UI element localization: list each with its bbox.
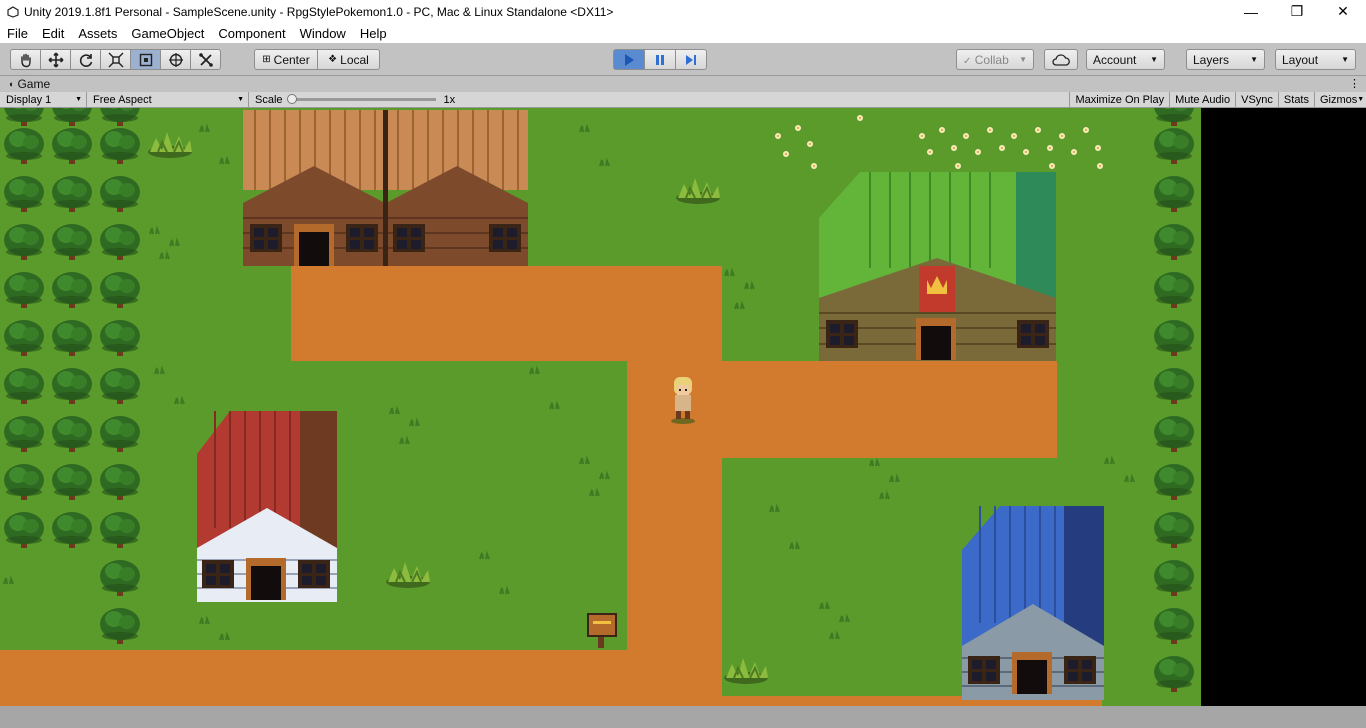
scale-slider-handle[interactable]	[286, 94, 297, 104]
step-button[interactable]	[675, 49, 707, 70]
scale-tool-icon[interactable]	[100, 49, 131, 70]
collab-label: ✓ Collab	[963, 53, 1009, 67]
cloud-area	[1044, 49, 1078, 70]
pivot-icon: ⊞	[262, 54, 271, 65]
chevron-down-icon: ▼	[237, 96, 244, 103]
pivot-toggles: ⊞ Center ❖ Local	[254, 49, 380, 70]
menu-edit[interactable]: Edit	[35, 26, 71, 41]
scale-control: Scale 1x	[249, 92, 455, 107]
layout-label: Layout	[1282, 52, 1319, 67]
wooden-house-right	[383, 110, 528, 266]
local-icon: ❖	[328, 54, 338, 65]
layout-dropdown[interactable]: Layout ▼	[1275, 49, 1356, 70]
blue-roof-house	[962, 506, 1104, 700]
tab-game[interactable]: ◖ Game	[0, 77, 50, 91]
layers-label: Layers	[1193, 52, 1230, 67]
playback-controls	[613, 49, 707, 70]
display-label: Display 1	[6, 93, 52, 106]
chevron-down-icon: ▼	[1341, 55, 1349, 64]
play-button[interactable]	[613, 49, 645, 70]
pivot-label: Center	[273, 52, 310, 67]
hand-tool-icon[interactable]	[10, 49, 41, 70]
title-bar: Unity 2019.1.8f1 Personal - SampleScene.…	[0, 0, 1366, 23]
maximize-button[interactable]: ❐	[1274, 0, 1320, 23]
maximize-on-play-toggle[interactable]: Maximize On Play	[1069, 92, 1170, 107]
close-button[interactable]: ✕	[1320, 0, 1366, 23]
mute-audio-toggle[interactable]: Mute Audio	[1169, 92, 1236, 107]
account-area: Account ▼	[1086, 49, 1165, 70]
menu-assets[interactable]: Assets	[71, 26, 124, 41]
pivot-local-button[interactable]: ❖ Local	[317, 49, 380, 70]
play-icon	[625, 53, 634, 66]
pause-icon	[656, 54, 664, 65]
collab-dropdown[interactable]: ✓ Collab ▼	[956, 49, 1034, 70]
menu-gameobject[interactable]: GameObject	[124, 26, 211, 41]
menu-file[interactable]: File	[0, 26, 35, 41]
minimize-button[interactable]: —	[1228, 0, 1274, 23]
game-viewport[interactable]	[0, 108, 1366, 708]
window-title: Unity 2019.1.8f1 Personal - SampleScene.…	[24, 4, 614, 19]
game-controller-icon: ◖	[8, 79, 14, 89]
gizmos-dropdown[interactable]: Gizmos ▼	[1314, 92, 1366, 107]
tab-game-label: Game	[17, 77, 51, 91]
move-tool-icon[interactable]	[40, 49, 71, 70]
menu-bar: File Edit Assets GameObject Component Wi…	[0, 23, 1366, 43]
account-dropdown[interactable]: Account ▼	[1086, 49, 1165, 70]
game-scene	[0, 108, 1201, 708]
pivot-center-button[interactable]: ⊞ Center	[254, 49, 318, 70]
main-toolbar: ⊞ Center ❖ Local ✓ Collab ▼ Account ▼ La…	[0, 43, 1366, 76]
account-label: Account	[1093, 52, 1137, 67]
transform-tools	[10, 49, 221, 70]
chevron-down-icon: ▼	[1019, 55, 1027, 64]
vsync-toggle[interactable]: VSync	[1235, 92, 1278, 107]
layers-area: Layers ▼	[1186, 49, 1265, 70]
chevron-down-icon: ▼	[75, 96, 82, 103]
menu-window[interactable]: Window	[293, 26, 353, 41]
status-strip	[0, 706, 1366, 728]
display-dropdown[interactable]: Display 1 ▼	[0, 92, 87, 107]
collab-text: Collab	[974, 52, 1009, 67]
rotate-tool-icon[interactable]	[70, 49, 101, 70]
green-roof-hall	[819, 172, 1056, 361]
menu-component[interactable]: Component	[211, 26, 292, 41]
aspect-dropdown[interactable]: Free Aspect ▼	[87, 92, 249, 107]
chevron-down-icon: ▼	[1250, 55, 1258, 64]
pause-button[interactable]	[644, 49, 676, 70]
cloud-button[interactable]	[1044, 49, 1078, 70]
cloud-icon	[1052, 53, 1070, 66]
game-tab-bar: ◖ Game ⋮	[0, 76, 1366, 92]
scale-slider[interactable]	[286, 94, 436, 104]
transform-tool-icon[interactable]	[160, 49, 191, 70]
tab-menu-icon[interactable]: ⋮	[1349, 77, 1360, 90]
layers-dropdown[interactable]: Layers ▼	[1186, 49, 1265, 70]
step-icon	[686, 54, 696, 65]
unity-logo-icon	[6, 5, 20, 19]
chevron-down-icon: ▼	[1150, 55, 1158, 64]
aspect-label: Free Aspect	[93, 93, 152, 106]
scale-value: 1x	[443, 93, 456, 106]
collab-area: ✓ Collab ▼	[956, 49, 1034, 70]
custom-tool-icon[interactable]	[190, 49, 221, 70]
scale-label: Scale	[255, 93, 283, 106]
chevron-down-icon: ▼	[1357, 96, 1365, 103]
check-icon: ✓	[963, 55, 972, 67]
wooden-house-left	[243, 110, 385, 266]
layout-area: Layout ▼	[1275, 49, 1356, 70]
rect-tool-icon[interactable]	[130, 49, 161, 70]
gizmos-label: Gizmos	[1320, 93, 1358, 106]
local-label: Local	[340, 52, 369, 67]
menu-help[interactable]: Help	[353, 26, 394, 41]
game-view-controls: Display 1 ▼ Free Aspect ▼ Scale 1x Maxim…	[0, 92, 1366, 108]
red-roof-house	[197, 411, 337, 602]
stats-toggle[interactable]: Stats	[1277, 92, 1314, 107]
